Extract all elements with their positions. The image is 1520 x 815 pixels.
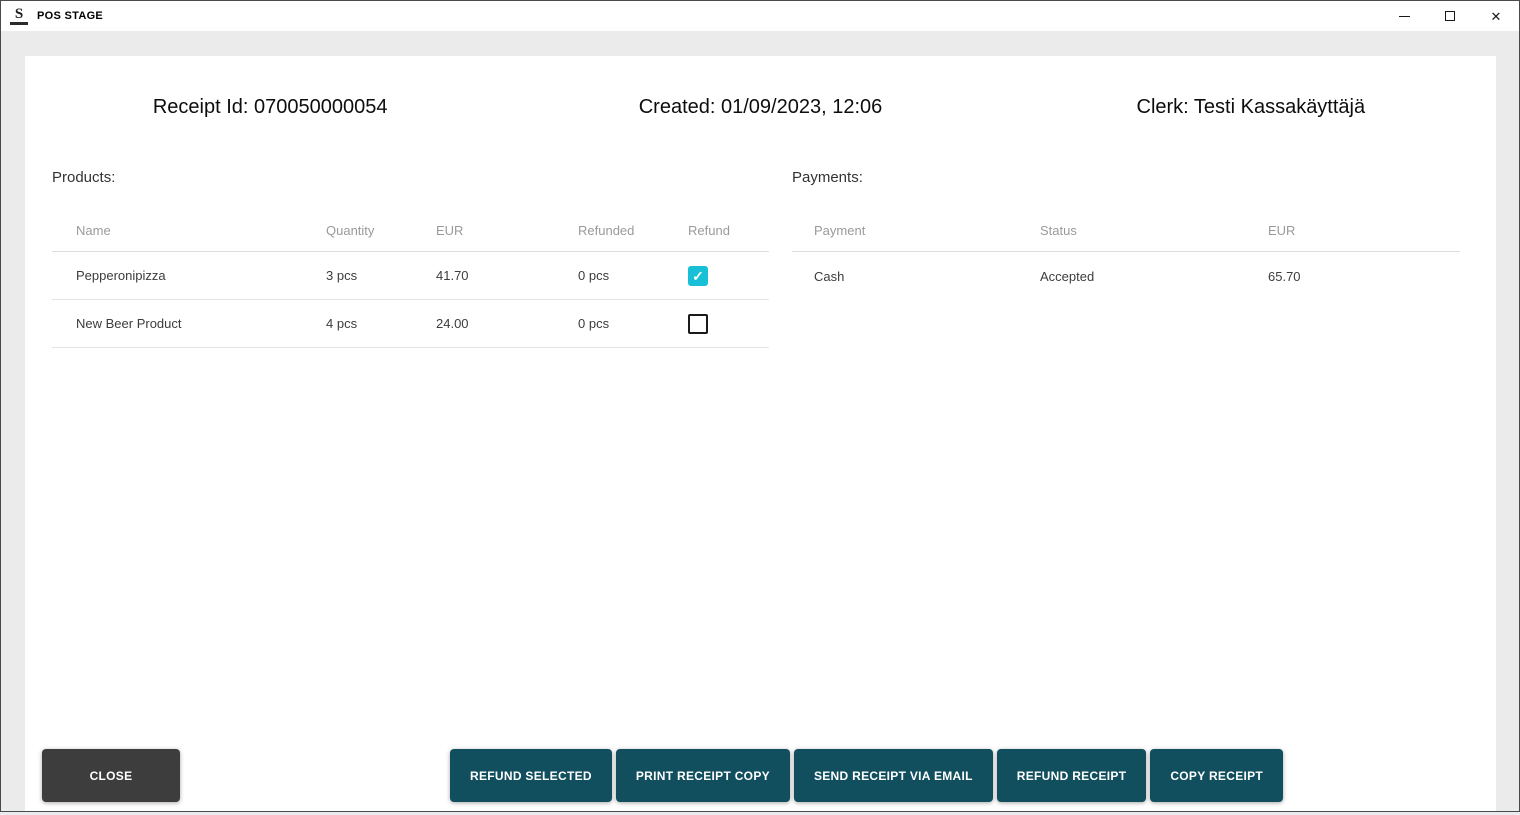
products-table: Name Quantity EUR Refunded Refund Pepper… (52, 210, 769, 348)
receipt-created: Created: 01/09/2023, 12:06 (515, 96, 1005, 119)
window-title: POS STAGE (37, 10, 103, 22)
close-icon: ✕ (1491, 10, 1502, 23)
table-row: Cash Accepted 65.70 (792, 252, 1460, 300)
print-receipt-copy-button[interactable]: PRINT RECEIPT COPY (616, 749, 790, 802)
column-header-quantity: Quantity (302, 223, 412, 238)
send-receipt-via-email-button[interactable]: SEND RECEIPT VIA EMAIL (794, 749, 993, 802)
table-row: Pepperonipizza 3 pcs 41.70 0 pcs ✓ (52, 252, 769, 300)
payments-title: Payments: (792, 168, 1460, 188)
column-header-refunded: Refunded (554, 223, 664, 238)
payments-table-header: Payment Status EUR (792, 210, 1460, 252)
action-buttons: REFUND SELECTED PRINT RECEIPT COPY SEND … (450, 749, 1283, 802)
products-title: Products: (52, 168, 769, 188)
table-row: New Beer Product 4 pcs 24.00 0 pcs ✓ (52, 300, 769, 348)
minimize-button[interactable] (1381, 1, 1427, 31)
app-window: S POS STAGE ✕ Receipt Id: 070050000054 C… (0, 0, 1520, 812)
payment-eur: 65.70 (1246, 269, 1460, 284)
payments-section: Payments: Payment Status EUR Cash Accept… (792, 168, 1460, 300)
refund-receipt-button[interactable]: REFUND RECEIPT (997, 749, 1147, 802)
column-header-refund: Refund (664, 223, 769, 238)
column-header-eur: EUR (412, 223, 554, 238)
receipt-clerk: Clerk: Testi Kassakäyttäjä (1006, 96, 1496, 119)
refund-checkbox[interactable]: ✓ (688, 314, 708, 334)
payment-method: Cash (792, 269, 1018, 284)
product-name: New Beer Product (52, 316, 302, 331)
receipt-header: Receipt Id: 070050000054 Created: 01/09/… (25, 96, 1496, 119)
close-button[interactable]: CLOSE (42, 749, 180, 802)
product-eur: 24.00 (412, 316, 554, 331)
checkmark-icon: ✓ (692, 269, 704, 283)
product-quantity: 4 pcs (302, 316, 412, 331)
receipt-detail-panel: Receipt Id: 070050000054 Created: 01/09/… (25, 56, 1496, 811)
refund-checkbox[interactable]: ✓ (688, 266, 708, 286)
receipt-id: Receipt Id: 070050000054 (25, 96, 515, 119)
column-header-eur: EUR (1246, 223, 1460, 238)
window-controls: ✕ (1381, 1, 1519, 31)
close-window-button[interactable]: ✕ (1473, 1, 1519, 31)
product-eur: 41.70 (412, 268, 554, 283)
product-name: Pepperonipizza (52, 268, 302, 283)
payment-status: Accepted (1018, 269, 1246, 284)
product-refunded: 0 pcs (554, 268, 664, 283)
maximize-button[interactable] (1427, 1, 1473, 31)
minimize-icon (1399, 16, 1410, 17)
app-logo-icon: S (10, 7, 28, 25)
column-header-name: Name (52, 223, 302, 238)
product-quantity: 3 pcs (302, 268, 412, 283)
maximize-icon (1445, 11, 1455, 21)
column-header-status: Status (1018, 223, 1246, 238)
column-header-payment: Payment (792, 223, 1018, 238)
payments-table: Payment Status EUR Cash Accepted 65.70 (792, 210, 1460, 300)
refund-selected-button[interactable]: REFUND SELECTED (450, 749, 612, 802)
copy-receipt-button[interactable]: COPY RECEIPT (1150, 749, 1283, 802)
products-table-header: Name Quantity EUR Refunded Refund (52, 210, 769, 252)
products-section: Products: Name Quantity EUR Refunded Ref… (52, 168, 769, 348)
title-bar[interactable]: S POS STAGE ✕ (1, 1, 1519, 31)
product-refunded: 0 pcs (554, 316, 664, 331)
